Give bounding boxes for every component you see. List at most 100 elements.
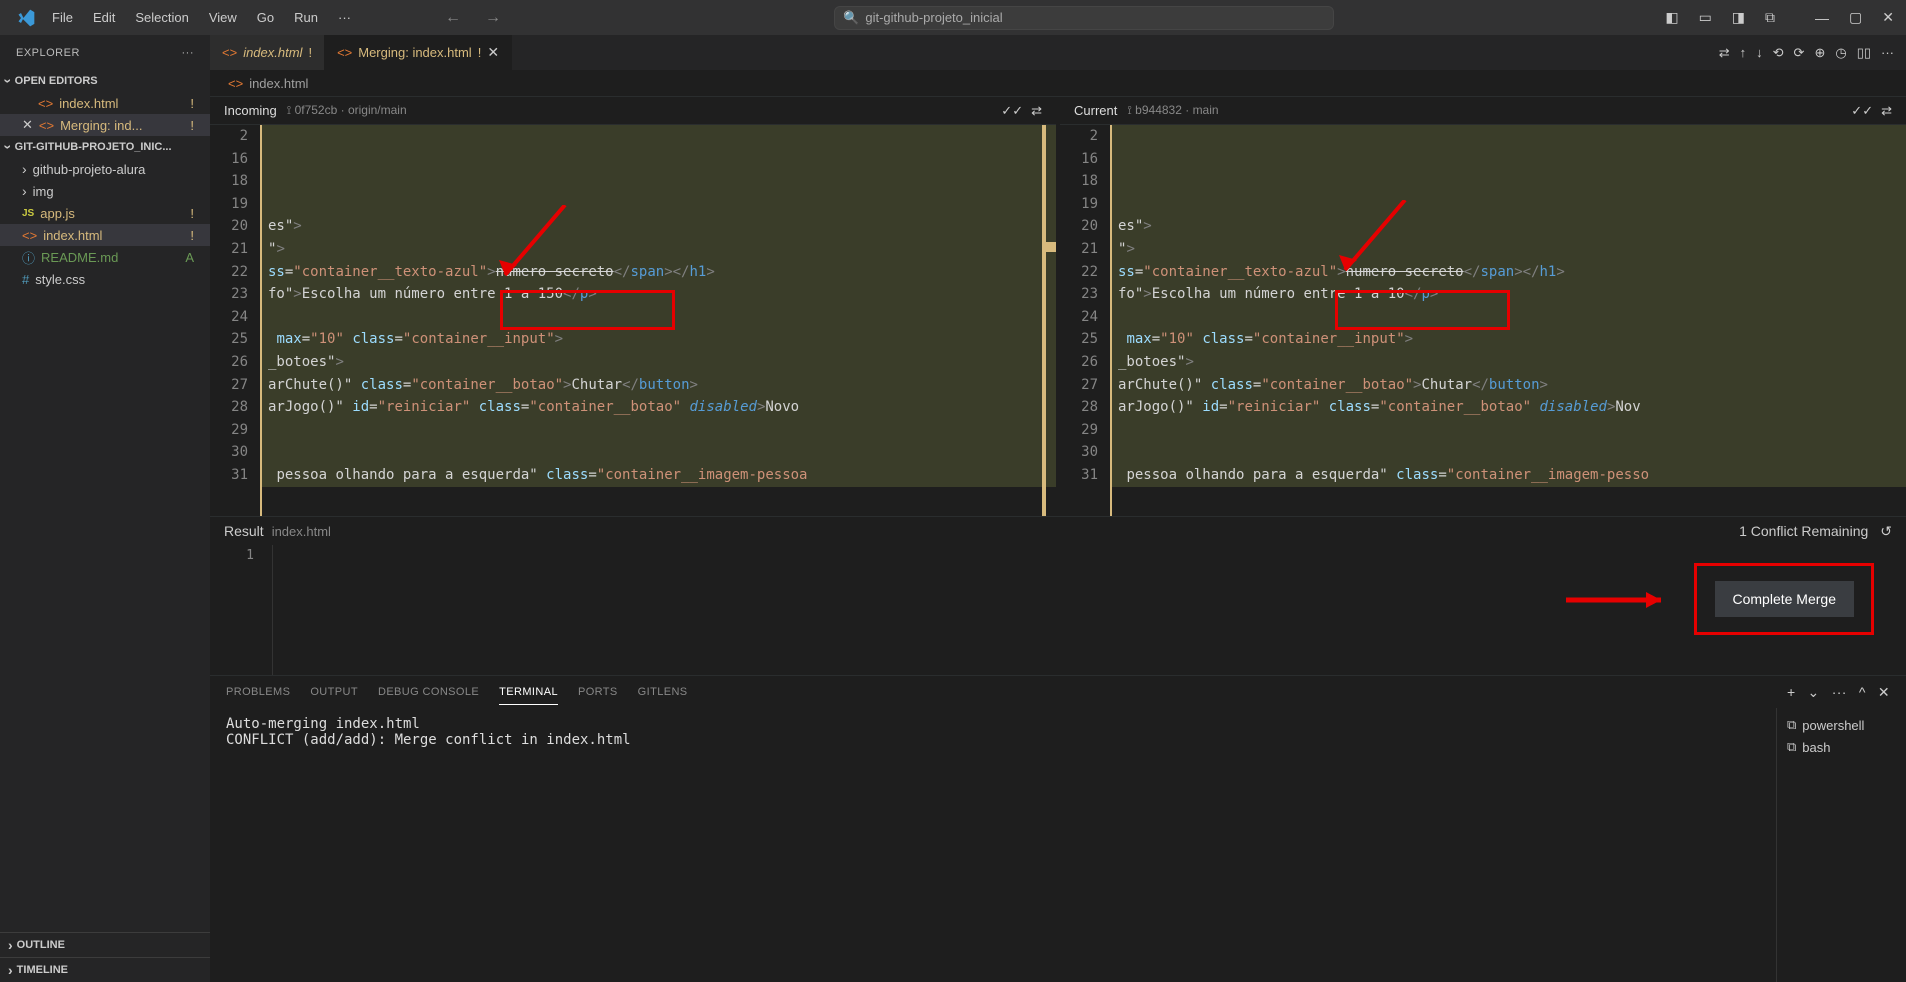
overview-ruler[interactable]	[1042, 125, 1056, 516]
tab-merging[interactable]: <> Merging: index.html ! ✕	[325, 35, 512, 70]
project-header[interactable]: GIT-GITHUB-PROJETO_INIC...	[0, 136, 210, 158]
modified-badge: !	[190, 96, 202, 111]
open-editors-header[interactable]: OPEN EDITORS	[0, 70, 210, 92]
sidebar-footer: OUTLINE TIMELINE	[0, 932, 210, 982]
nav-back-icon[interactable]: ←	[439, 7, 467, 29]
terminal-line: CONFLICT (add/add): Merge conflict in in…	[226, 732, 1760, 748]
open-editor-item[interactable]: <> index.html !	[0, 92, 210, 114]
tab-label: index.html	[243, 45, 302, 60]
menu-edit[interactable]: Edit	[85, 6, 123, 29]
tab-debug[interactable]: DEBUG CONSOLE	[378, 680, 479, 704]
file-name: app.js	[40, 206, 75, 221]
diff-icon[interactable]: ⟲	[1773, 45, 1784, 61]
file-name: index.html	[43, 228, 102, 243]
incoming-code[interactable]: 2161819202122232425262728293031 es"> "> …	[210, 125, 1056, 516]
nav-arrows: ← →	[439, 7, 507, 29]
menu-go[interactable]: Go	[249, 6, 282, 29]
layout-custom-icon[interactable]: ⧉	[1761, 5, 1779, 30]
arrow-up-icon[interactable]: ↑	[1740, 45, 1747, 60]
close-icon[interactable]: ✕	[22, 117, 33, 133]
file-item-appjs[interactable]: JS app.js !	[0, 202, 210, 224]
result-code[interactable]: Complete Merge	[272, 545, 1906, 675]
file-item-style[interactable]: # style.css	[0, 268, 210, 290]
shell-powershell[interactable]: ⧉powershell	[1787, 714, 1896, 736]
folder-item[interactable]: github-projeto-alura	[0, 158, 210, 180]
maximize-panel-icon[interactable]: ^	[1859, 684, 1866, 701]
diff-icon2[interactable]: ⟳	[1794, 45, 1805, 61]
layout-left-icon[interactable]: ◧	[1661, 5, 1682, 30]
search-icon: 🔍	[843, 10, 859, 26]
chevron-down-icon	[6, 139, 11, 155]
split-icon[interactable]: ▯▯	[1857, 45, 1871, 61]
accept-current-icon[interactable]: ✓✓	[1851, 103, 1873, 119]
new-terminal-icon[interactable]: +	[1787, 684, 1796, 701]
tab-ports[interactable]: PORTS	[578, 680, 618, 704]
more-icon[interactable]: ···	[1832, 684, 1847, 701]
added-badge: A	[185, 250, 202, 265]
more-icon[interactable]: ···	[1881, 45, 1894, 60]
file-item-index[interactable]: <> index.html !	[0, 224, 210, 246]
tab-index[interactable]: <> index.html !	[210, 35, 325, 70]
minimize-icon[interactable]: —	[1811, 6, 1833, 30]
outline-label: OUTLINE	[17, 939, 65, 951]
current-commit: ⟟ b944832 · main	[1127, 103, 1218, 118]
terminal-dropdown-icon[interactable]: ⌄	[1808, 684, 1820, 701]
css-icon: #	[22, 272, 29, 287]
modified-badge: !	[190, 206, 202, 221]
gutter: 2161819202122232425262728293031	[1060, 125, 1110, 516]
file-name: Merging: ind...	[60, 118, 142, 133]
shell-bash[interactable]: ⧉bash	[1787, 736, 1896, 758]
result-header: Result index.html 1 Conflict Remaining ↺	[210, 517, 1906, 545]
gutter: 2161819202122232425262728293031	[210, 125, 260, 516]
close-icon[interactable]: ✕	[1878, 5, 1898, 30]
chevron-right-icon	[8, 937, 13, 953]
layout-right-icon[interactable]: ◨	[1728, 5, 1749, 30]
menu-view[interactable]: View	[201, 6, 245, 29]
html-icon: <>	[228, 76, 243, 91]
tab-problems[interactable]: PROBLEMS	[226, 680, 290, 704]
current-title: Current	[1074, 103, 1117, 118]
reset-icon[interactable]: ↺	[1880, 523, 1892, 540]
timeline-section[interactable]: TIMELINE	[0, 957, 210, 982]
terminal-output[interactable]: Auto-merging index.html CONFLICT (add/ad…	[210, 708, 1776, 982]
chevron-right-icon	[22, 183, 27, 199]
layout-bottom-icon[interactable]: ▭	[1695, 5, 1716, 30]
compare-icon[interactable]: ⇄	[1719, 45, 1730, 61]
search-input[interactable]: 🔍 git-github-projeto_inicial	[834, 6, 1334, 30]
arrow-down-icon[interactable]: ↓	[1756, 45, 1763, 60]
file-item-readme[interactable]: ⓘ README.md A	[0, 246, 210, 268]
accept-incoming-icon[interactable]: ✓✓	[1001, 103, 1023, 119]
titlebar: File Edit Selection View Go Run ··· ← → …	[0, 0, 1906, 35]
menu-more[interactable]: ···	[330, 6, 359, 29]
html-icon: <>	[39, 118, 54, 133]
explorer-title: EXPLORER	[16, 47, 80, 59]
tab-output[interactable]: OUTPUT	[310, 680, 358, 704]
nav-forward-icon[interactable]: →	[479, 7, 507, 29]
compare-icon[interactable]: ⇄	[1881, 103, 1892, 119]
menu-run[interactable]: Run	[286, 6, 326, 29]
folder-item[interactable]: img	[0, 180, 210, 202]
diff-icon3[interactable]: ⊕	[1814, 45, 1825, 61]
menu-selection[interactable]: Selection	[127, 6, 196, 29]
result-body[interactable]: 1 Complete Merge	[210, 545, 1906, 675]
compare-icon[interactable]: ⇄	[1031, 103, 1042, 119]
code-lines: es"> "> ss="container__texto-azul">numer…	[1110, 125, 1906, 516]
layout-controls: ◧ ▭ ◨ ⧉ — ▢ ✕	[1661, 5, 1898, 30]
tab-terminal[interactable]: TERMINAL	[499, 680, 558, 705]
close-panel-icon[interactable]: ✕	[1878, 684, 1890, 701]
menu-file[interactable]: File	[44, 6, 81, 29]
tab-close-icon[interactable]: ✕	[487, 44, 499, 61]
menu-bar: File Edit Selection View Go Run ···	[44, 6, 359, 29]
tab-gitlens[interactable]: GITLENS	[638, 680, 688, 704]
open-editor-item[interactable]: ✕ <> Merging: ind... !	[0, 114, 210, 136]
clock-icon[interactable]: ◷	[1835, 45, 1846, 61]
breadcrumb[interactable]: <> index.html	[210, 70, 1906, 96]
outline-section[interactable]: OUTLINE	[0, 932, 210, 957]
current-code[interactable]: 2161819202122232425262728293031 es"> "> …	[1060, 125, 1906, 516]
editor-area: <> index.html ! <> Merging: index.html !…	[210, 35, 1906, 982]
tab-modified-badge: !	[478, 45, 482, 60]
complete-merge-button[interactable]: Complete Merge	[1715, 581, 1855, 617]
terminal-line: Auto-merging index.html	[226, 716, 1760, 732]
explorer-more-icon[interactable]: ···	[182, 47, 195, 59]
maximize-icon[interactable]: ▢	[1845, 5, 1866, 30]
